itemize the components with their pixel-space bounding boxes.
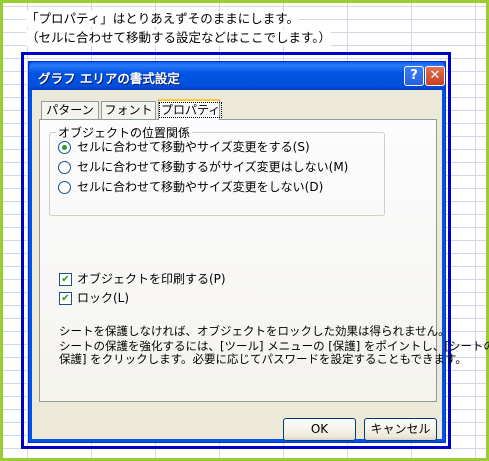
description-line1: シートを保護しなければ、オブジェクトをロックした効果は得られません。 <box>59 324 450 338</box>
help-icon: ? <box>410 68 418 83</box>
cancel-button[interactable]: キャンセル <box>364 418 437 441</box>
tab-label: パターン <box>46 103 94 117</box>
check-icon[interactable]: ✔ <box>59 272 72 286</box>
checkbox-label: オブジェクトを印刷する(P) <box>77 272 226 286</box>
dialog-titlebar[interactable]: グラフ エリアの書式設定 ? ✕ <box>29 62 445 90</box>
close-button[interactable]: ✕ <box>425 66 445 86</box>
dialog-title: グラフ エリアの書式設定 <box>38 71 180 86</box>
radio-button[interactable] <box>58 180 71 194</box>
radio-dont-move-or-size[interactable]: セルに合わせて移動やサイズ変更をしない(D) <box>58 179 323 195</box>
description-line3: 保護] をクリックします。必要に応じてパスワードを設定することもできます。 <box>59 352 467 366</box>
tab-properties[interactable]: プロパティ <box>158 99 223 120</box>
sheet-note-line1: 「プロパティ」はとりあえずそのままにします。 <box>26 11 300 27</box>
radio-button-checked[interactable] <box>58 140 71 154</box>
format-chart-area-dialog: グラフ エリアの書式設定 ? ✕ パターン フォント プロパティ オブジェクトの… <box>28 61 489 443</box>
close-icon: ✕ <box>429 68 441 83</box>
description-line2: シートの保護を強化するには、[ツール] メニューの [保護] をポイントし、[シ… <box>59 339 489 353</box>
radio-move-and-size[interactable]: セルに合わせて移動やサイズ変更をする(S) <box>58 139 310 155</box>
radio-move-no-size[interactable]: セルに合わせて移動するがサイズ変更はしない(M) <box>58 159 348 175</box>
radio-label: セルに合わせて移動やサイズ変更をしない(D) <box>77 180 324 194</box>
check-icon[interactable]: ✔ <box>59 291 72 305</box>
placement-group: オブジェクトの位置関係 セルに合わせて移動やサイズ変更をする(S) セルに合わせ… <box>49 124 385 216</box>
help-button[interactable]: ? <box>404 66 424 86</box>
checkbox-label: ロック(L) <box>77 291 130 305</box>
sheet-note-line2: （セルに合わせて移動する設定などはここでします。） <box>26 30 332 46</box>
tab-font[interactable]: フォント <box>101 101 156 119</box>
radio-button[interactable] <box>58 160 71 174</box>
properties-panel: オブジェクトの位置関係 セルに合わせて移動やサイズ変更をする(S) セルに合わせ… <box>39 119 489 402</box>
radio-label: セルに合わせて移動やサイズ変更をする(S) <box>77 140 310 154</box>
tab-label: プロパティ <box>159 102 223 118</box>
print-object-checkbox-row[interactable]: ✔ オブジェクトを印刷する(P) <box>59 271 226 287</box>
radio-label: セルに合わせて移動するがサイズ変更はしない(M) <box>77 160 349 174</box>
tab-patterns[interactable]: パターン <box>41 101 99 119</box>
tab-label: フォント <box>104 103 153 117</box>
lock-checkbox-row[interactable]: ✔ ロック(L) <box>59 290 129 306</box>
ok-button[interactable]: OK <box>283 418 356 441</box>
